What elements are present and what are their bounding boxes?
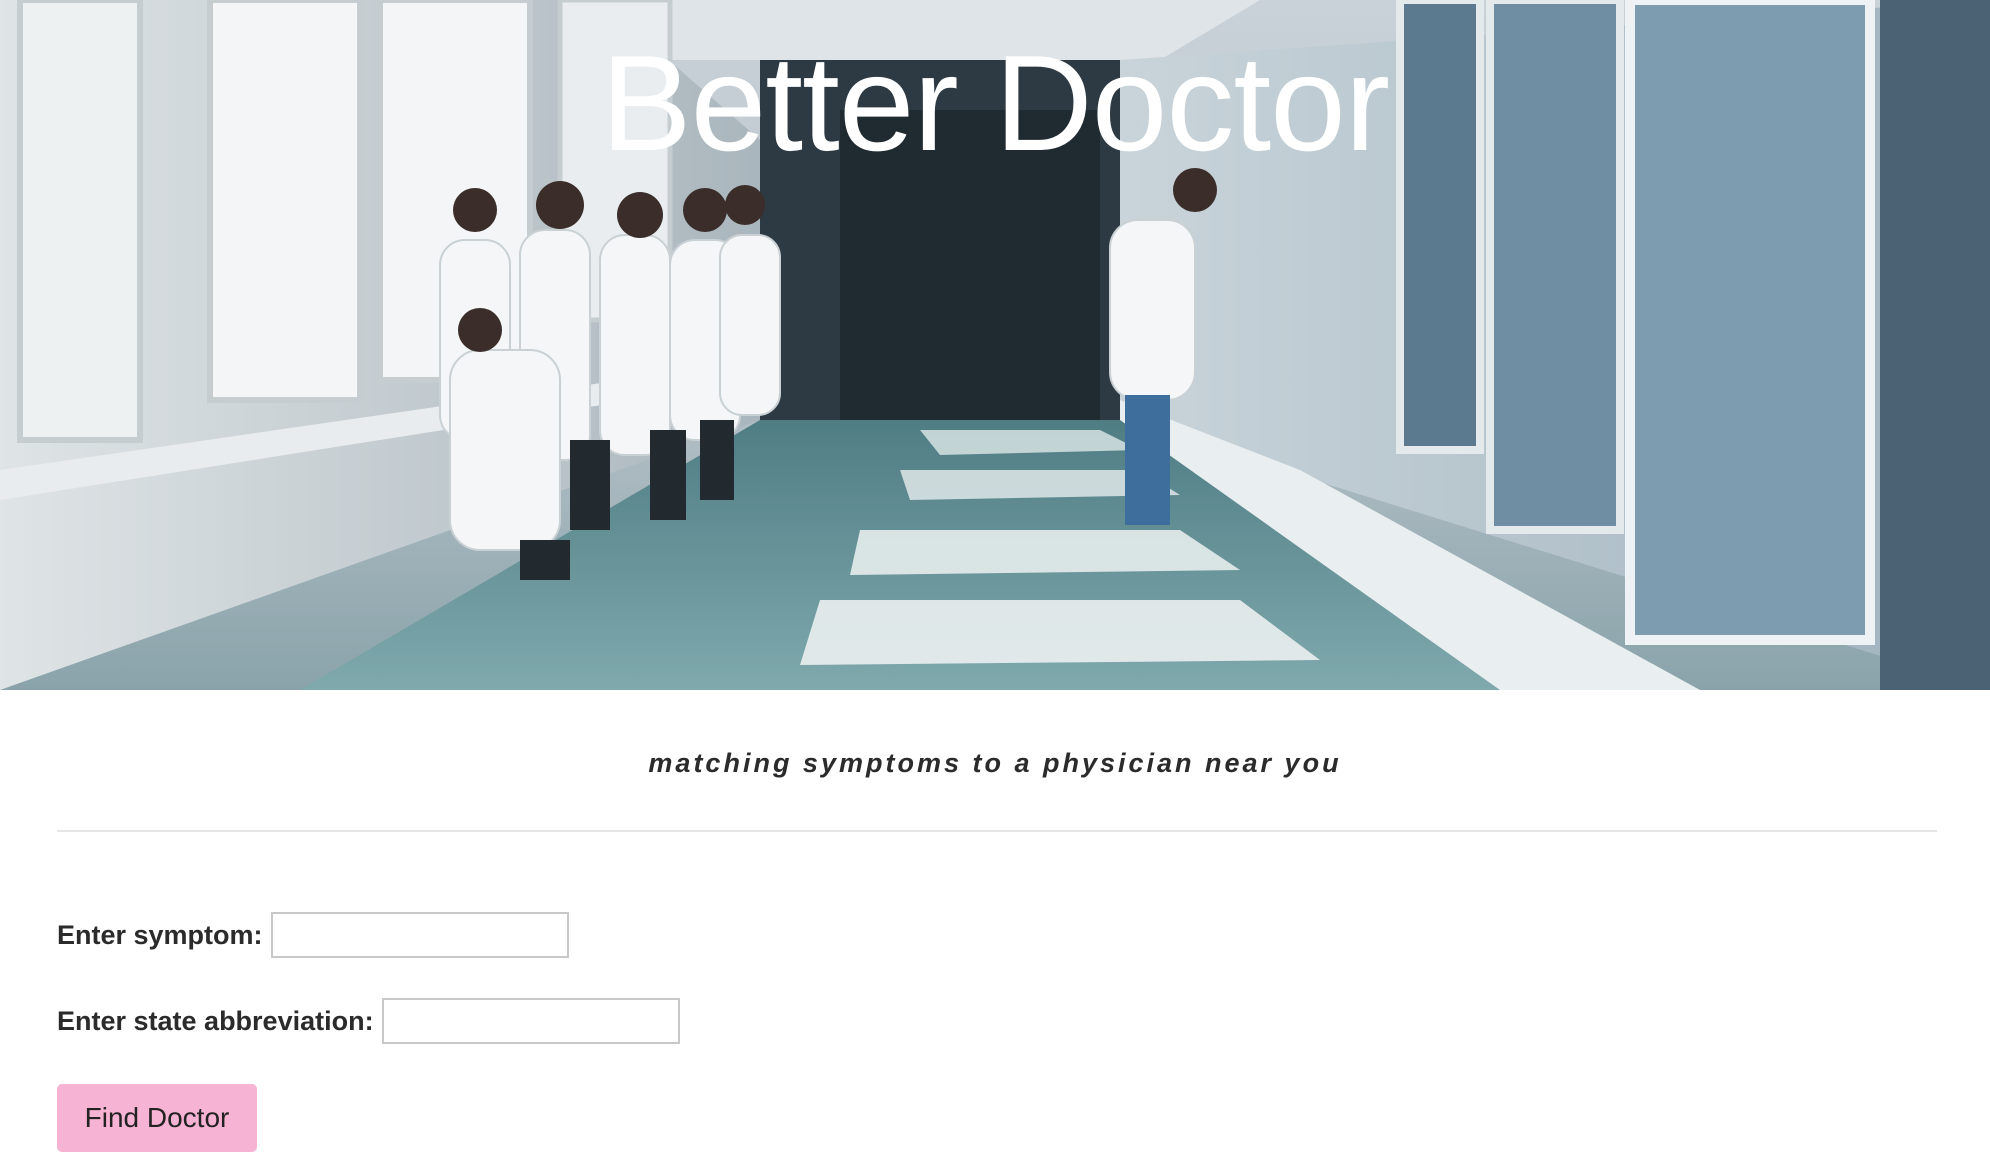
symptom-label: Enter symptom: xyxy=(57,919,263,950)
page-title: Better Doctor xyxy=(600,27,1390,179)
hero-banner: Better Doctor xyxy=(0,0,1990,690)
tagline: matching symptoms to a physician near yo… xyxy=(648,748,1342,778)
state-row: Enter state abbreviation: xyxy=(57,998,680,1044)
find-doctor-button[interactable]: Find Doctor xyxy=(57,1084,257,1152)
divider xyxy=(57,830,1937,832)
symptom-input[interactable] xyxy=(270,912,569,958)
state-input[interactable] xyxy=(381,998,680,1044)
state-label: Enter state abbreviation: xyxy=(57,1005,374,1036)
symptom-row: Enter symptom: xyxy=(57,912,569,958)
